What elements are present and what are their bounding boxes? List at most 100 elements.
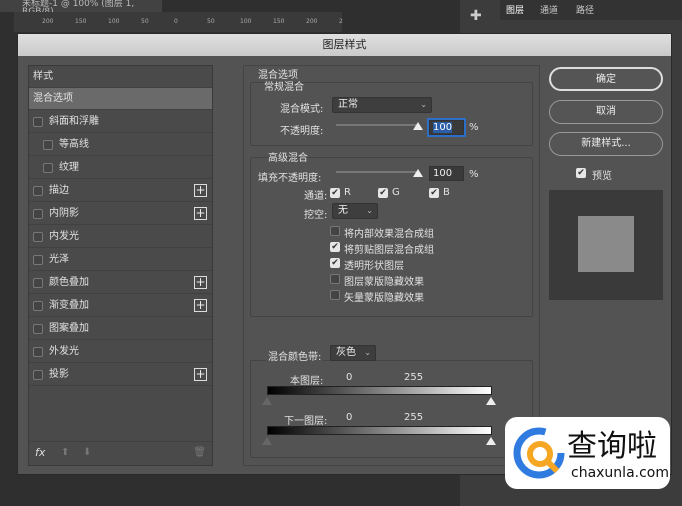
- style-checkbox[interactable]: [33, 278, 43, 288]
- style-item[interactable]: 颜色叠加 +: [29, 272, 212, 294]
- fill-opacity-label: 填充不透明度:: [258, 173, 322, 184]
- style-item-label: 斜面和浮雕: [49, 116, 99, 127]
- style-item-label: 内发光: [49, 231, 79, 242]
- channel-b-checkbox[interactable]: ✔: [429, 188, 439, 198]
- style-item[interactable]: 描边 +: [29, 180, 212, 202]
- style-checkbox[interactable]: [33, 301, 43, 311]
- blend-option-label: 图层蒙版隐藏效果: [344, 277, 424, 288]
- new-style-button[interactable]: 新建样式...: [549, 132, 663, 156]
- style-item-label: 纹理: [59, 162, 79, 173]
- ruler: 200 150 100 50 0 50 100 150 200 2: [14, 12, 343, 32]
- underlying-max: 255: [404, 412, 424, 423]
- ruler-tick: 50: [207, 18, 215, 25]
- ruler-tick: 50: [141, 18, 149, 25]
- ruler-tick: 150: [273, 18, 285, 25]
- percent-sign: %: [469, 122, 479, 133]
- underlying-black-thumb[interactable]: [262, 437, 272, 445]
- channel-g-checkbox[interactable]: ✔: [378, 188, 388, 198]
- style-checkbox[interactable]: [33, 370, 43, 380]
- style-item-label: 图案叠加: [49, 323, 89, 334]
- style-item[interactable]: 光泽: [29, 249, 212, 271]
- tab-layers[interactable]: 图层: [506, 3, 524, 16]
- style-item[interactable]: 图案叠加: [29, 318, 212, 340]
- tab-paths[interactable]: 路径: [576, 3, 594, 16]
- this-layer-white-thumb[interactable]: [486, 397, 496, 405]
- puzzle-icon[interactable]: ✚: [470, 8, 482, 24]
- underlying-label: 下一图层:: [284, 416, 328, 427]
- style-item[interactable]: 斜面和浮雕: [29, 111, 212, 133]
- document-tab[interactable]: 未标题-1 @ 100% (图层 1, RGB/8): [0, 0, 162, 17]
- channels-label: 通道:: [304, 191, 328, 202]
- style-item[interactable]: 内发光: [29, 226, 212, 248]
- fill-opacity-slider[interactable]: [336, 171, 416, 173]
- style-checkbox[interactable]: [33, 209, 43, 219]
- style-checkbox[interactable]: [33, 117, 43, 127]
- cancel-button[interactable]: 取消: [549, 100, 663, 124]
- this-layer-black-thumb[interactable]: [262, 397, 272, 405]
- blend-option-checkbox[interactable]: [330, 226, 340, 236]
- blend-option-checkbox[interactable]: [330, 274, 340, 284]
- blend-option-label: 将内部效果混合成组: [344, 229, 434, 240]
- style-item[interactable]: 等高线: [29, 134, 212, 156]
- blend-mode-select[interactable]: 正常 ⌄: [332, 97, 432, 113]
- tab-channels[interactable]: 通道: [540, 3, 558, 16]
- blend-if-select[interactable]: 灰色 ⌄: [330, 345, 376, 361]
- opacity-slider-thumb[interactable]: [413, 122, 423, 130]
- knockout-select[interactable]: 无 ⌄: [332, 203, 378, 219]
- style-checkbox[interactable]: [33, 232, 43, 242]
- blend-option-label: 透明形状图层: [344, 261, 404, 272]
- style-item[interactable]: 投影 +: [29, 364, 212, 386]
- underlying-white-thumb[interactable]: [486, 437, 496, 445]
- ok-button[interactable]: 确定: [549, 67, 663, 91]
- style-checkbox[interactable]: [33, 255, 43, 265]
- style-item[interactable]: 渐变叠加 +: [29, 295, 212, 317]
- style-item-label: 等高线: [59, 139, 89, 150]
- fx-button[interactable]: fx: [35, 446, 45, 459]
- watermark-logo: 查询啦 chaxunla.com: [505, 417, 670, 489]
- move-up-icon[interactable]: ⬆: [61, 447, 69, 458]
- add-effect-plus-icon[interactable]: +: [194, 368, 207, 381]
- style-item-label: 外发光: [49, 346, 79, 357]
- blend-option-checkbox[interactable]: ✔: [330, 258, 340, 268]
- layer-style-dialog: 图层样式 样式 混合选项 斜面和浮雕 等高线 纹理 描边 + 内阴影 + 内发光 光泽 颜色叠加 + 渐…: [17, 33, 672, 475]
- fill-opacity-input[interactable]: 100: [429, 166, 464, 181]
- blend-if-label: 混合颜色带:: [266, 348, 324, 363]
- mode-label: 混合模式:: [280, 104, 324, 115]
- preview-label: 预览: [592, 171, 612, 182]
- style-checkbox[interactable]: [33, 186, 43, 196]
- fill-opacity-thumb[interactable]: [413, 169, 423, 177]
- style-item-label: 投影: [49, 369, 69, 380]
- style-item[interactable]: 内阴影 +: [29, 203, 212, 225]
- style-checkbox[interactable]: [33, 324, 43, 334]
- add-effect-plus-icon[interactable]: +: [194, 299, 207, 312]
- style-item-label: 渐变叠加: [49, 300, 89, 311]
- style-checkbox[interactable]: [43, 163, 53, 173]
- style-item[interactable]: 纹理: [29, 157, 212, 179]
- this-layer-min: 0: [346, 372, 353, 383]
- add-effect-plus-icon[interactable]: +: [194, 184, 207, 197]
- style-item[interactable]: 混合选项: [29, 88, 212, 110]
- trash-icon[interactable]: 🗑: [193, 447, 206, 458]
- channel-g-label: G: [392, 187, 400, 198]
- this-layer-max: 255: [404, 372, 424, 383]
- add-effect-plus-icon[interactable]: +: [194, 276, 207, 289]
- blend-option-checkbox[interactable]: ✔: [330, 242, 340, 252]
- this-layer-gradient: [267, 386, 492, 395]
- style-item-label: 混合选项: [33, 93, 73, 104]
- advanced-blending-title: 高级混合: [268, 153, 308, 164]
- style-item-label: 颜色叠加: [49, 277, 89, 288]
- blend-option-checkbox[interactable]: [330, 290, 340, 300]
- move-down-icon[interactable]: ⬇: [83, 447, 91, 458]
- preview-checkbox[interactable]: ✔: [576, 168, 586, 178]
- opacity-slider[interactable]: [336, 124, 416, 126]
- style-item[interactable]: 外发光: [29, 341, 212, 363]
- channel-r-label: R: [344, 187, 351, 198]
- style-checkbox[interactable]: [43, 140, 53, 150]
- ruler-tick: 2: [339, 18, 343, 25]
- blend-option-label: 矢量蒙版隐藏效果: [344, 293, 424, 304]
- channel-r-checkbox[interactable]: ✔: [330, 188, 340, 198]
- add-effect-plus-icon[interactable]: +: [194, 207, 207, 220]
- style-checkbox[interactable]: [33, 347, 43, 357]
- opacity-input[interactable]: 100: [427, 118, 466, 137]
- ruler-tick: 100: [108, 18, 120, 25]
